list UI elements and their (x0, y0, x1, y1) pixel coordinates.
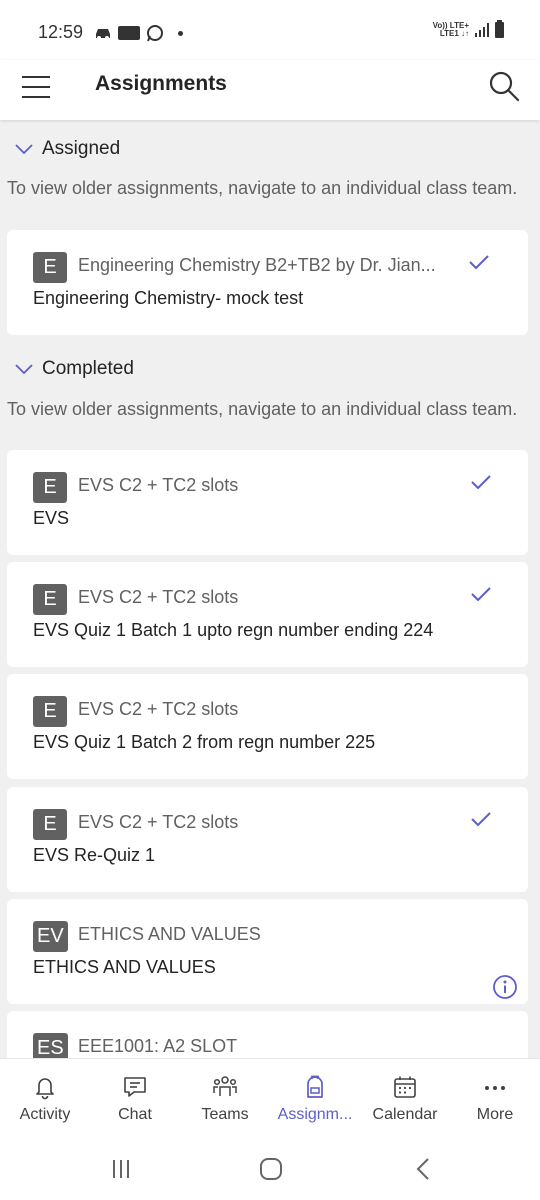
assignment-title: ETHICS AND VALUES (33, 957, 216, 977)
class-name: Engineering Chemistry B2+TB2 by Dr. Jian… (78, 255, 436, 275)
check-icon (471, 475, 491, 490)
signal-icon (475, 23, 489, 37)
class-name: EEE1001: A2 SLOT (78, 1036, 238, 1056)
class-name: EVS C2 + TC2 slots (78, 699, 239, 719)
system-status: Vo)) LTE+ LTE1 ↓↑ (433, 20, 504, 38)
page-title: Assignments (95, 72, 227, 95)
nav-assignments[interactable]: Assignm... (265, 1059, 365, 1139)
class-name: EVS C2 + TC2 slots (78, 475, 239, 495)
class-avatar: E (33, 809, 67, 840)
nav-label: Calendar (372, 1106, 438, 1123)
class-avatar: E (33, 252, 67, 283)
assignment-title: Engineering Chemistry- mock test (33, 288, 304, 308)
section-header-assigned[interactable]: Assigned (14, 138, 120, 160)
assignment-title: EVS Quiz 1 Batch 1 upto regn number endi… (33, 620, 434, 640)
teams-icon (213, 1076, 237, 1096)
nav-chat[interactable]: Chat (85, 1059, 185, 1139)
battery-icon (495, 20, 504, 38)
nav-label: Activity (19, 1106, 71, 1123)
system-nav-bar (0, 1138, 540, 1200)
nav-label: Chat (118, 1106, 152, 1123)
class-avatar: E (33, 696, 67, 727)
status-bar: 12:59 Vo)) LTE+ LTE1 ↓↑ (0, 0, 540, 60)
app-header: Assignments (0, 60, 540, 120)
status-time: 12:59 (38, 22, 84, 42)
hamburger-icon[interactable] (22, 72, 52, 102)
more-icon (485, 1086, 505, 1090)
class-avatar: E (33, 472, 67, 503)
bell-icon (36, 1078, 54, 1100)
check-icon (469, 255, 489, 270)
assignment-card[interactable]: E EVS C2 + TC2 slots EVS Quiz 1 Batch 2 … (7, 674, 528, 779)
class-avatar: ES (33, 1033, 68, 1058)
section-title: Completed (42, 358, 134, 379)
notification-icons (94, 24, 183, 42)
nav-label: More (476, 1106, 514, 1123)
nav-label: Teams (201, 1106, 249, 1123)
chevron-down-icon (15, 364, 33, 375)
assignment-card[interactable]: E Engineering Chemistry B2+TB2 by Dr. Ji… (7, 230, 528, 335)
whatsapp-icon (147, 25, 163, 42)
assignment-title: EVS Quiz 1 Batch 2 from regn number 225 (33, 732, 376, 752)
info-icon[interactable] (492, 974, 518, 1000)
app-icon (118, 26, 140, 40)
nav-calendar[interactable]: Calendar (355, 1059, 455, 1139)
assignment-card[interactable]: E EVS C2 + TC2 slots EVS Re-Quiz 1 (7, 787, 528, 892)
home-icon[interactable] (256, 1156, 286, 1182)
assignment-list[interactable]: Assigned To view older assignments, navi… (0, 122, 540, 1058)
class-name: ETHICS AND VALUES (78, 924, 261, 944)
recents-icon[interactable] (106, 1156, 136, 1182)
network-indicator: Vo)) LTE+ LTE1 ↓↑ (433, 22, 469, 38)
class-name: EVS C2 + TC2 slots (78, 587, 239, 607)
class-avatar: E (33, 584, 67, 615)
section-header-completed[interactable]: Completed (14, 358, 134, 380)
chat-icon (124, 1077, 146, 1097)
class-name: EVS C2 + TC2 slots (78, 812, 239, 832)
section-note: To view older assignments, navigate to a… (7, 178, 518, 198)
nav-teams[interactable]: Teams (175, 1059, 275, 1139)
assignment-card[interactable]: E EVS C2 + TC2 slots EVS (7, 450, 528, 555)
assignment-card[interactable]: ES EEE1001: A2 SLOT (7, 1011, 528, 1058)
search-icon[interactable] (486, 68, 522, 104)
nav-activity[interactable]: Activity (0, 1059, 95, 1139)
network-bottom-label: LTE1 ↓↑ (439, 29, 469, 38)
section-note: To view older assignments, navigate to a… (7, 399, 518, 419)
dot-icon (178, 30, 183, 36)
assignment-title: EVS (33, 508, 70, 528)
assignment-title: EVS Re-Quiz 1 (33, 845, 156, 865)
bottom-nav: Activity Chat Teams Assignm... Calendar … (0, 1058, 540, 1138)
calendar-icon (394, 1076, 416, 1098)
car-icon (96, 29, 110, 40)
chevron-down-icon (15, 144, 33, 155)
assignment-card[interactable]: EV ETHICS AND VALUES ETHICS AND VALUES (7, 899, 528, 1004)
class-avatar: EV (33, 921, 68, 952)
check-icon (471, 812, 491, 827)
nav-label: Assignm... (277, 1106, 353, 1123)
back-icon[interactable] (408, 1156, 438, 1182)
nav-more[interactable]: More (445, 1059, 540, 1139)
section-title: Assigned (42, 138, 121, 159)
assignment-card[interactable]: E EVS C2 + TC2 slots EVS Quiz 1 Batch 1 … (7, 562, 528, 667)
check-icon (471, 587, 491, 602)
backpack-icon (307, 1075, 323, 1098)
